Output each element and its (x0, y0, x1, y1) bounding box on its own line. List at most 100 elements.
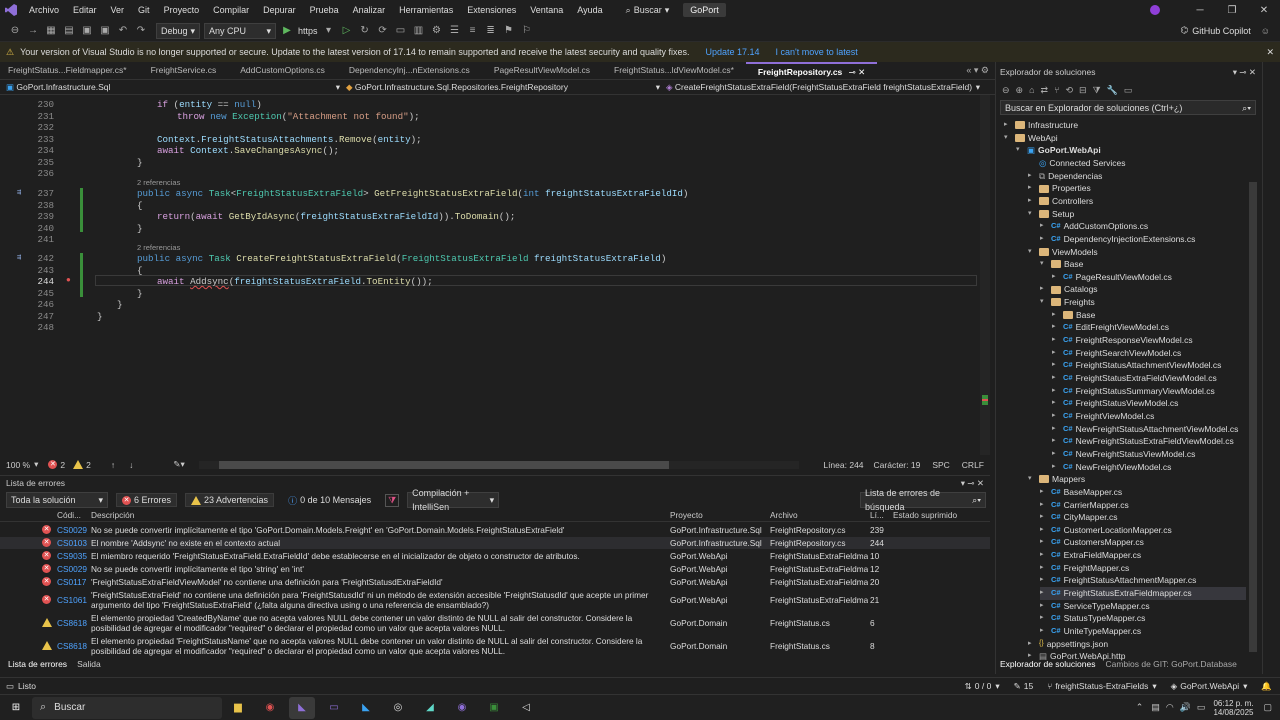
tree-item[interactable]: ▸ C# FreightStatusViewModel.cs (1052, 397, 1178, 410)
file-explorer-icon[interactable]: ▆ (225, 697, 251, 719)
collapsed-arrow-icon[interactable]: ▸ (1040, 524, 1048, 537)
menu-prueba[interactable]: Prueba (303, 0, 346, 20)
indent-mode[interactable]: SPC (932, 460, 949, 470)
collapsed-arrow-icon[interactable]: ▸ (1040, 233, 1048, 246)
collapsed-arrow-icon[interactable]: ▸ (1040, 587, 1048, 600)
tree-item[interactable]: ▾ Mappers (1028, 473, 1085, 486)
dismiss-link[interactable]: I can't move to latest (776, 47, 858, 57)
error-row[interactable]: ✕ CS9035 El miembro requerido 'FreightStat… (0, 550, 990, 562)
forward-icon[interactable]: ⊕ (1016, 85, 1024, 96)
repo-icon[interactable]: ◈ (1171, 681, 1178, 692)
undo-icon[interactable]: ↶ (116, 24, 130, 38)
pencil-icon[interactable]: ✎ (1014, 681, 1021, 692)
collapsed-arrow-icon[interactable]: ▸ (1052, 359, 1060, 372)
collapsed-arrow-icon[interactable]: ▸ (1028, 182, 1036, 195)
tree-item[interactable]: ▸ C# EditFreightViewModel.cs (1052, 321, 1169, 334)
sync-icon[interactable]: ⇄ (1041, 85, 1049, 96)
volume-icon[interactable]: 🔊 (1180, 702, 1191, 713)
scope-select[interactable]: Toda la solución ▾ (6, 492, 108, 508)
git-icon[interactable]: ⑂ (1054, 85, 1059, 95)
tree-item[interactable]: ▸ Controllers (1028, 195, 1093, 208)
tree-item[interactable]: ▸ C# FreightViewModel.cs (1052, 410, 1154, 423)
code-editor[interactable]: 230 if (entity == null) 231 throw new Exce… (0, 95, 990, 455)
tree-item[interactable]: ▸ C# BaseMapper.cs (1040, 486, 1122, 499)
comment-icon[interactable]: ≡ (466, 24, 480, 38)
tray-overflow-icon[interactable]: ⌃ (1136, 702, 1144, 713)
tree-item[interactable]: ▸ C# CustomersMapper.cs (1040, 536, 1144, 549)
expanded-arrow-icon[interactable]: ▾ (1040, 258, 1048, 271)
collapsed-arrow-icon[interactable]: ▸ (1040, 536, 1048, 549)
hot-reload-icon[interactable]: ↻ (358, 24, 372, 38)
horizontal-scrollbar[interactable] (198, 460, 799, 469)
bookmark-icon[interactable]: ⚑ (502, 24, 516, 38)
menu-proyecto[interactable]: Proyecto (157, 0, 207, 20)
tools-icon[interactable]: ⚙ (430, 24, 444, 38)
menu-ventana[interactable]: Ventana (523, 0, 570, 20)
menu-git[interactable]: Git (131, 0, 157, 20)
close-icon[interactable]: ✕ (1248, 5, 1280, 16)
error-row[interactable]: ✕ CS0117 'FreightStatusExtraFieldViewModel… (0, 576, 990, 588)
tree-item[interactable]: ▾ Base (1040, 258, 1083, 271)
navigate-back-icon[interactable]: ⊖ (8, 24, 22, 38)
chevron-down-icon[interactable]: ▾ (34, 459, 38, 470)
windows-start-icon[interactable]: ⊞ (3, 697, 29, 719)
wifi-icon[interactable]: ◠ (1166, 702, 1174, 713)
branch-name[interactable]: freightStatus-ExtraFields (1055, 681, 1148, 691)
collapsed-arrow-icon[interactable]: ▸ (1040, 612, 1048, 625)
properties-icon[interactable]: 🔧 (1107, 85, 1118, 96)
collapsed-arrow-icon[interactable]: ▸ (1052, 397, 1060, 410)
tree-item[interactable]: ▸ C# FreightStatusSummaryViewModel.cs (1052, 385, 1215, 398)
filter-icon[interactable]: ⧩ (385, 493, 400, 507)
tab-solution-explorer[interactable]: Explorador de soluciones (1000, 659, 1095, 669)
solution-search-input[interactable]: Buscar en Explorador de soluciones (Ctrl… (1000, 100, 1256, 115)
editor-vertical-scrollbar[interactable] (980, 95, 990, 455)
tree-item[interactable]: ▸ Base (1052, 309, 1095, 322)
collapsed-arrow-icon[interactable]: ▸ (1040, 625, 1048, 638)
tree-item[interactable]: ▸ C# FreightResponseViewModel.cs (1052, 334, 1193, 347)
save-all-icon[interactable]: ▣ (98, 24, 112, 38)
zoom-level[interactable]: 100 % (6, 460, 30, 470)
error-row[interactable]: ✕ CS0029 No se puede convertir implícitame… (0, 563, 990, 575)
cursor-line[interactable]: Línea: 244 (823, 460, 863, 470)
error-row[interactable]: CS8618 El elemento propiedad 'CreatedByNa… (0, 612, 990, 634)
menu-extensiones[interactable]: Extensiones (460, 0, 523, 20)
codelens-references[interactable]: 2 referencias (137, 243, 180, 252)
expanded-arrow-icon[interactable]: ▾ (1040, 296, 1048, 309)
changes-count[interactable]: 0 / 0 (975, 681, 992, 691)
collapsed-arrow-icon[interactable]: ▸ (1052, 372, 1060, 385)
collapsed-arrow-icon[interactable]: ▸ (1028, 170, 1036, 183)
cursor-column[interactable]: Carácter: 19 (874, 460, 921, 470)
network-icon[interactable]: ▤ (1151, 702, 1160, 713)
col-project[interactable]: Proyecto (670, 510, 703, 520)
copilot-label[interactable]: GitHub Copilot (1192, 26, 1251, 36)
maximize-icon[interactable]: ❐ (1216, 5, 1248, 16)
collapsed-arrow-icon[interactable]: ▸ (1028, 195, 1036, 208)
menu-editar[interactable]: Editar (66, 0, 104, 20)
collapsed-arrow-icon[interactable]: ▸ (1040, 549, 1048, 562)
collapsed-arrow-icon[interactable]: ▸ (1040, 220, 1048, 233)
error-count-badge[interactable]: ✕ 2 (48, 460, 65, 470)
notification-center-icon[interactable]: ▢ (1263, 702, 1272, 713)
tree-item[interactable]: ▸ C# CityMapper.cs (1040, 511, 1117, 524)
col-suppression[interactable]: Estado suprimido (893, 510, 957, 520)
error-row[interactable]: ✕ CS1061 'FreightStatusExtraField' no cont… (0, 589, 990, 611)
member-dropdown[interactable]: ◈ CreateFreightStatusExtraField(FreightS… (660, 82, 980, 93)
chevron-down-icon[interactable]: ▾ (322, 24, 336, 38)
collapsed-arrow-icon[interactable]: ▸ (1052, 271, 1060, 284)
taskbar-search[interactable]: ⌕ Buscar (32, 696, 222, 719)
menu-ver[interactable]: Ver (104, 0, 132, 20)
account-avatar[interactable] (1150, 5, 1160, 15)
browse-icon[interactable]: ▭ (394, 24, 408, 38)
tab-addcustomoptions[interactable]: AddCustomOptions.cs (228, 62, 337, 79)
tab-output[interactable]: Salida (77, 659, 101, 669)
repo-name[interactable]: GoPort.WebApi (1180, 681, 1239, 691)
github-desktop-icon[interactable]: ◎ (385, 697, 411, 719)
pin-icon[interactable]: ⊸ (849, 67, 856, 77)
implementation-marker-icon[interactable]: ⇶ (17, 188, 21, 197)
home-icon[interactable]: ⌂ (1029, 85, 1034, 95)
collapsed-arrow-icon[interactable]: ▸ (1052, 448, 1060, 461)
collapsed-arrow-icon[interactable]: ▸ (1052, 435, 1060, 448)
solution-name-badge[interactable]: GoPort (683, 3, 726, 17)
save-icon[interactable]: ▣ (80, 24, 94, 38)
uncomment-icon[interactable]: ≣ (484, 24, 498, 38)
